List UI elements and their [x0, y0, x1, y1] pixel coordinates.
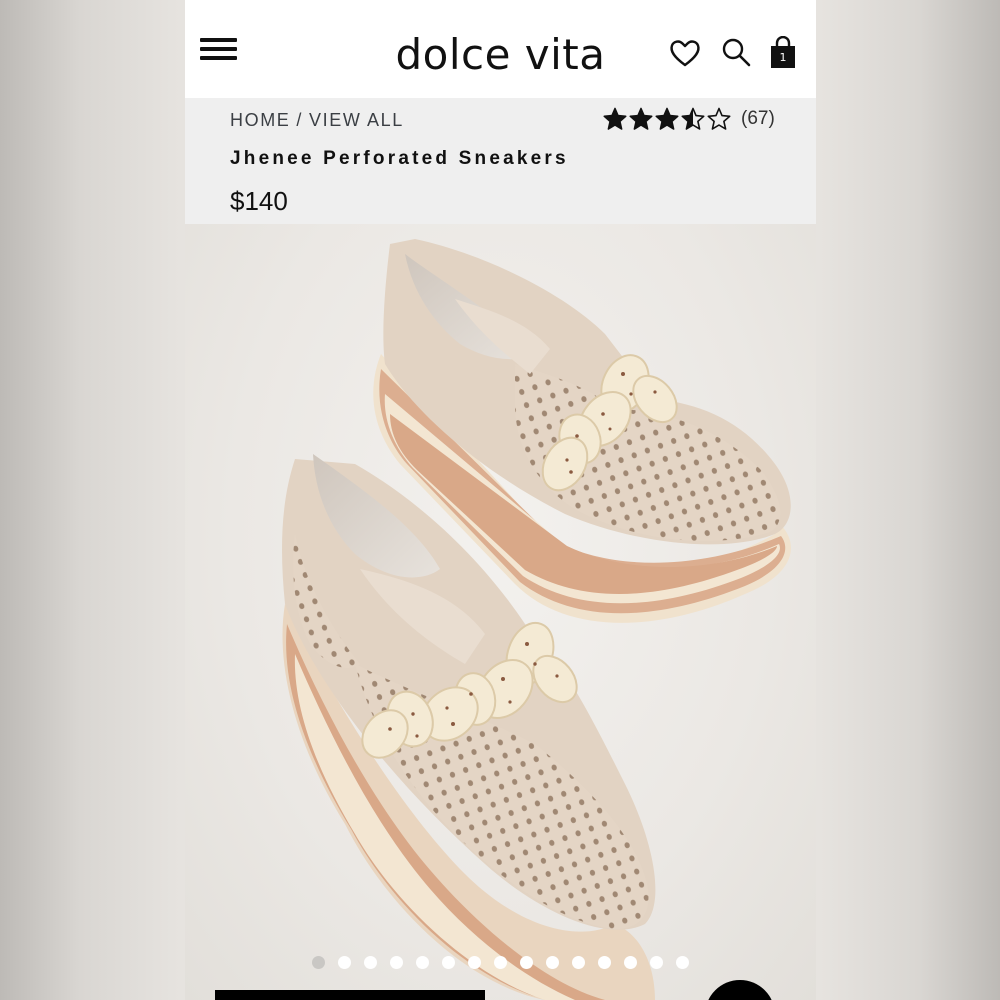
add-to-bag-bar[interactable]	[215, 990, 485, 1000]
product-title: Jhenee Perforated Sneakers	[230, 148, 569, 169]
gallery-dot[interactable]	[364, 956, 377, 969]
gallery-dot[interactable]	[546, 956, 559, 969]
product-image[interactable]	[185, 224, 816, 1000]
rating-stars	[603, 107, 731, 131]
shoe-front	[282, 454, 656, 1000]
gallery-dot[interactable]	[598, 956, 611, 969]
gallery-dot[interactable]	[442, 956, 455, 969]
shopping-bag-icon[interactable]: 1	[769, 36, 803, 70]
gallery-dot[interactable]	[624, 956, 637, 969]
gallery-dot[interactable]	[416, 956, 429, 969]
gallery-dot[interactable]	[468, 956, 481, 969]
product-page: dolce vita 1 HOME / VIEW ALL (67) Jhenee…	[185, 0, 816, 1000]
star-full-icon	[655, 107, 679, 131]
gallery-dot[interactable]	[338, 956, 351, 969]
gallery-dot[interactable]	[312, 956, 325, 969]
review-count[interactable]: (67)	[741, 108, 775, 130]
star-half-icon	[681, 107, 705, 131]
gallery-dot[interactable]	[520, 956, 533, 969]
search-icon[interactable]	[720, 36, 754, 70]
breadcrumb-separator: /	[296, 110, 304, 130]
cart-count-badge: 1	[779, 51, 787, 64]
breadcrumb-home-link[interactable]: HOME	[230, 110, 290, 130]
gallery-dot[interactable]	[494, 956, 507, 969]
site-header: dolce vita 1	[185, 0, 816, 98]
breadcrumb-view-all-link[interactable]: VIEW ALL	[309, 110, 404, 130]
gallery-pagination	[185, 956, 816, 969]
gallery-dot[interactable]	[572, 956, 585, 969]
gallery-dot[interactable]	[390, 956, 403, 969]
star-empty-icon	[707, 107, 731, 131]
heart-icon[interactable]	[668, 36, 702, 70]
product-image-gallery[interactable]	[185, 224, 816, 1000]
star-full-icon	[629, 107, 653, 131]
gallery-dot[interactable]	[650, 956, 663, 969]
star-full-icon	[603, 107, 627, 131]
product-price: $140	[230, 186, 288, 216]
product-info: HOME / VIEW ALL (67) Jhenee Perforated Sne…	[185, 98, 816, 224]
product-rating[interactable]: (67)	[603, 106, 775, 132]
gallery-dot[interactable]	[676, 956, 689, 969]
breadcrumb: HOME / VIEW ALL	[230, 110, 404, 131]
